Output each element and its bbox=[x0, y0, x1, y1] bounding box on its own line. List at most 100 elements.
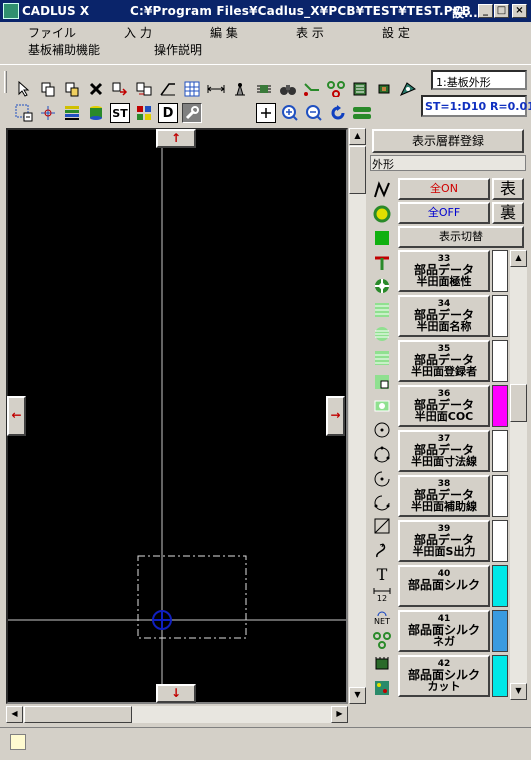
zoom-in-icon[interactable] bbox=[280, 103, 300, 123]
cutout-icon[interactable] bbox=[372, 372, 392, 392]
diagonal-line-icon[interactable] bbox=[372, 516, 392, 536]
measure-icon[interactable] bbox=[206, 79, 226, 99]
route-icon[interactable] bbox=[302, 79, 322, 99]
chip-icon[interactable] bbox=[374, 79, 394, 99]
transfer-icon[interactable] bbox=[134, 79, 154, 99]
drawing-canvas[interactable]: ↑ ↓ ← → bbox=[6, 128, 348, 704]
layer-color-swatch-36[interactable] bbox=[492, 385, 508, 427]
menu-help[interactable]: 操作説明 bbox=[154, 41, 202, 58]
origin-icon[interactable] bbox=[38, 103, 58, 123]
all-on-button[interactable]: 全ON bbox=[398, 178, 490, 200]
layer-color-swatch-40[interactable] bbox=[492, 565, 508, 607]
all-off-button[interactable]: 全OFF bbox=[398, 202, 490, 224]
pad-square-icon[interactable] bbox=[372, 228, 392, 248]
minimize-button[interactable]: _ bbox=[478, 4, 493, 18]
hscroll-thumb[interactable] bbox=[24, 706, 132, 723]
app-icon[interactable] bbox=[3, 3, 19, 19]
back-side-button[interactable]: 裏 bbox=[492, 202, 524, 224]
dimension-icon[interactable]: 12 bbox=[372, 584, 392, 606]
search-binoculars-icon[interactable] bbox=[278, 79, 298, 99]
via-icon[interactable] bbox=[372, 252, 392, 272]
chip-small-icon[interactable] bbox=[372, 654, 392, 674]
layer-button-42[interactable]: 42 部品面シルク カット bbox=[398, 655, 490, 697]
text-tool-icon[interactable]: T bbox=[372, 564, 392, 584]
layer-button-36[interactable]: 36 部品データ 半田面COC bbox=[398, 385, 490, 427]
layer-color-swatch-37[interactable] bbox=[492, 430, 508, 472]
scroll-left-arrow[interactable]: ← bbox=[7, 396, 26, 436]
menu-file[interactable]: ファイル bbox=[28, 24, 76, 41]
database-icon[interactable] bbox=[86, 103, 106, 123]
delete-icon[interactable] bbox=[86, 79, 106, 99]
layer-button-33[interactable]: 33 部品データ 半田面極性 bbox=[398, 250, 490, 292]
maximize-button[interactable]: □ bbox=[494, 4, 509, 18]
scroll-down-arrow[interactable]: ↓ bbox=[156, 684, 196, 703]
layer-color-swatch-39[interactable] bbox=[492, 520, 508, 562]
pad-round-icon[interactable] bbox=[372, 204, 392, 224]
vscroll-up-button[interactable]: ▲ bbox=[349, 128, 366, 145]
board-small-icon[interactable] bbox=[372, 678, 392, 698]
move-icon[interactable] bbox=[110, 79, 130, 99]
front-side-button[interactable]: 表 bbox=[492, 178, 524, 200]
register-layer-group-button[interactable]: 表示層群登録 bbox=[372, 129, 524, 153]
layer-button-35[interactable]: 35 部品データ 半田面登録者 bbox=[398, 340, 490, 382]
arc-center-icon[interactable] bbox=[372, 468, 392, 488]
vscroll-thumb[interactable] bbox=[349, 146, 366, 194]
layer-color-swatch-42[interactable] bbox=[492, 655, 508, 697]
menu-settings[interactable]: 設 定 bbox=[382, 24, 410, 41]
menu-board-assist[interactable]: 基板補助機能 bbox=[28, 41, 100, 58]
layers-color-icon[interactable] bbox=[62, 103, 82, 123]
layer-button-37[interactable]: 37 部品データ 半田面寸法線 bbox=[398, 430, 490, 472]
component-icon[interactable] bbox=[254, 79, 274, 99]
layer-select[interactable]: 1:基板外形 bbox=[431, 70, 527, 90]
st-button[interactable]: ST bbox=[110, 103, 130, 123]
pad-shape-icon[interactable] bbox=[372, 396, 392, 416]
thermal-pad-icon[interactable] bbox=[372, 276, 392, 296]
layer-color-swatch-38[interactable] bbox=[492, 475, 508, 517]
vscroll-down-button[interactable]: ▼ bbox=[349, 687, 366, 704]
layer-scroll-thumb[interactable] bbox=[510, 384, 527, 422]
menu-edit[interactable]: 編 集 bbox=[210, 24, 238, 41]
d-button[interactable]: D bbox=[158, 103, 178, 123]
canvas-vscrollbar[interactable]: ▲ ▼ bbox=[349, 128, 366, 704]
copy-icon[interactable] bbox=[38, 79, 58, 99]
zoom-out-icon[interactable] bbox=[304, 103, 324, 123]
layer-scroll-up-button[interactable]: ▲ bbox=[510, 250, 527, 267]
hscroll-right-button[interactable]: ▶ bbox=[331, 706, 348, 723]
drill-icon[interactable] bbox=[230, 79, 250, 99]
select-window-icon[interactable] bbox=[14, 103, 34, 123]
paste-icon[interactable] bbox=[62, 79, 82, 99]
layer-color-swatch-41[interactable] bbox=[492, 610, 508, 652]
layer-scroll-down-button[interactable]: ▼ bbox=[510, 683, 527, 700]
hatch-rect-icon[interactable] bbox=[372, 348, 392, 368]
menu-input[interactable]: 入 力 bbox=[124, 24, 152, 41]
layer-list-scrollbar[interactable]: ▲ ▼ bbox=[510, 250, 527, 700]
hscroll-left-button[interactable]: ◀ bbox=[6, 706, 23, 723]
layer-button-41[interactable]: 41 部品面シルク ネガ bbox=[398, 610, 490, 652]
layer-color-swatch-33[interactable] bbox=[492, 250, 508, 292]
add-icon[interactable] bbox=[256, 103, 276, 123]
tool-wrench-icon[interactable] bbox=[182, 103, 202, 123]
polyline-icon[interactable] bbox=[372, 180, 392, 200]
arc-tangent-icon[interactable] bbox=[372, 492, 392, 512]
board-icon[interactable] bbox=[398, 79, 418, 99]
edit-shape-icon[interactable] bbox=[158, 79, 178, 99]
curve-icon[interactable] bbox=[372, 540, 392, 560]
grid-icon[interactable] bbox=[182, 79, 202, 99]
select-arrow-icon[interactable] bbox=[14, 79, 34, 99]
layer-color-swatch-34[interactable] bbox=[492, 295, 508, 337]
canvas-hscrollbar[interactable]: ◀ ▶ bbox=[6, 706, 348, 723]
layer-button-34[interactable]: 34 部品データ 半田面名称 bbox=[398, 295, 490, 337]
refresh-icon[interactable] bbox=[328, 103, 348, 123]
arc-3point-icon[interactable] bbox=[372, 444, 392, 464]
hatch-area-icon[interactable] bbox=[372, 300, 392, 320]
close-button[interactable]: × bbox=[512, 4, 527, 18]
palette-icon[interactable] bbox=[134, 103, 154, 123]
display-toggle-button[interactable]: 表示切替 bbox=[398, 226, 524, 248]
net-connect-icon[interactable] bbox=[326, 79, 346, 99]
layer-color-swatch-35[interactable] bbox=[492, 340, 508, 382]
menu-view[interactable]: 表 示 bbox=[296, 24, 324, 41]
layer-button-38[interactable]: 38 部品データ 半田面補助線 bbox=[398, 475, 490, 517]
circle-icon[interactable] bbox=[372, 420, 392, 440]
scroll-right-arrow[interactable]: → bbox=[326, 396, 345, 436]
net-connect-small-icon[interactable] bbox=[372, 630, 392, 650]
